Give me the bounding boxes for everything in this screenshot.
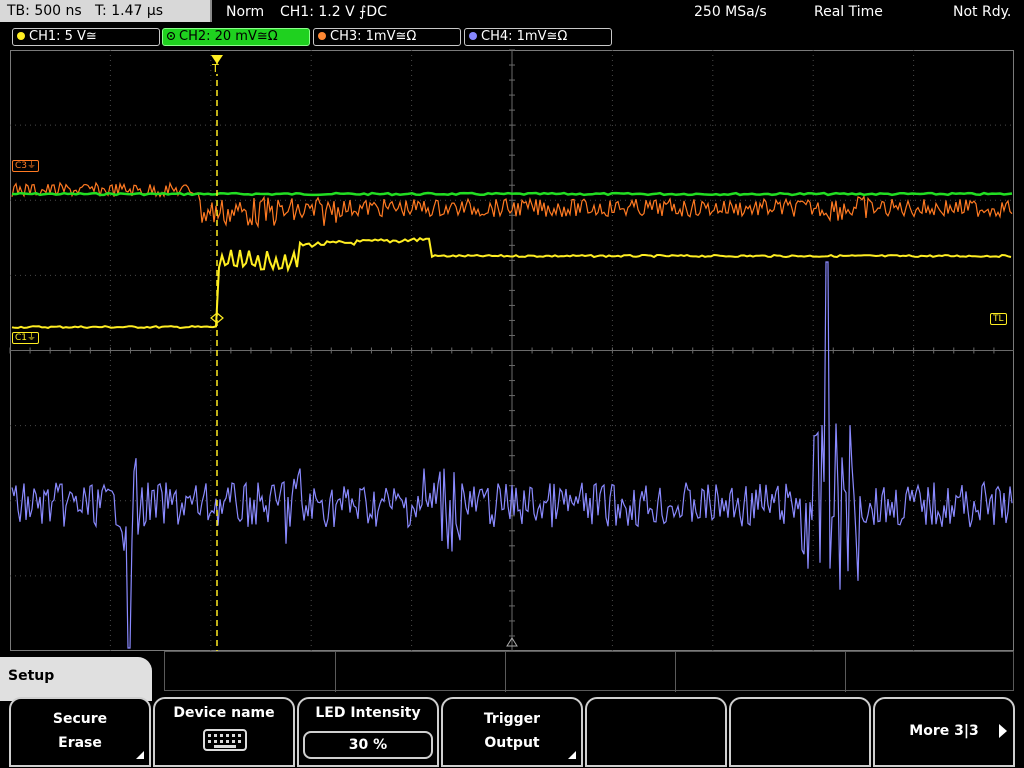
submenu-corner-icon — [568, 751, 576, 759]
channel-3-ground-marker[interactable]: C3⏚ — [12, 160, 40, 172]
secure-erase-label-1: Secure — [52, 711, 108, 727]
channel-2-trace — [11, 191, 1013, 197]
led-intensity-value: 30 % — [303, 731, 433, 759]
softkey-empty-5[interactable] — [585, 697, 727, 767]
more-label: More 3|3 — [909, 723, 979, 739]
device-name-label: Device name — [173, 705, 275, 721]
channel-1-ground-marker[interactable]: C1⏚ — [12, 332, 40, 344]
led-intensity-label: LED Intensity — [315, 705, 421, 721]
graticule — [9, 49, 1014, 652]
menu-title-tab: Setup — [0, 657, 152, 701]
device-name-button[interactable]: Device name — [153, 697, 295, 767]
trigger-output-label-2: Output — [484, 735, 540, 751]
keyboard-icon — [203, 729, 247, 751]
trigger-output-button[interactable]: Trigger Output — [441, 697, 583, 767]
trigger-level-marker[interactable]: TL — [990, 313, 1007, 325]
menu-title: Setup — [8, 668, 55, 684]
trigger-marker-label: T — [212, 62, 219, 75]
secure-erase-label-2: Erase — [58, 735, 102, 751]
secure-erase-button[interactable]: Secure Erase — [9, 697, 151, 767]
led-intensity-button[interactable]: LED Intensity 30 % — [297, 697, 439, 767]
measurement-readout-area — [164, 651, 1014, 692]
trigger-output-label-1: Trigger — [483, 711, 541, 727]
more-button[interactable]: More 3|3 — [873, 697, 1015, 767]
softkey-empty-6[interactable] — [729, 697, 871, 767]
submenu-corner-icon — [136, 751, 144, 759]
arrow-right-icon — [999, 724, 1007, 738]
